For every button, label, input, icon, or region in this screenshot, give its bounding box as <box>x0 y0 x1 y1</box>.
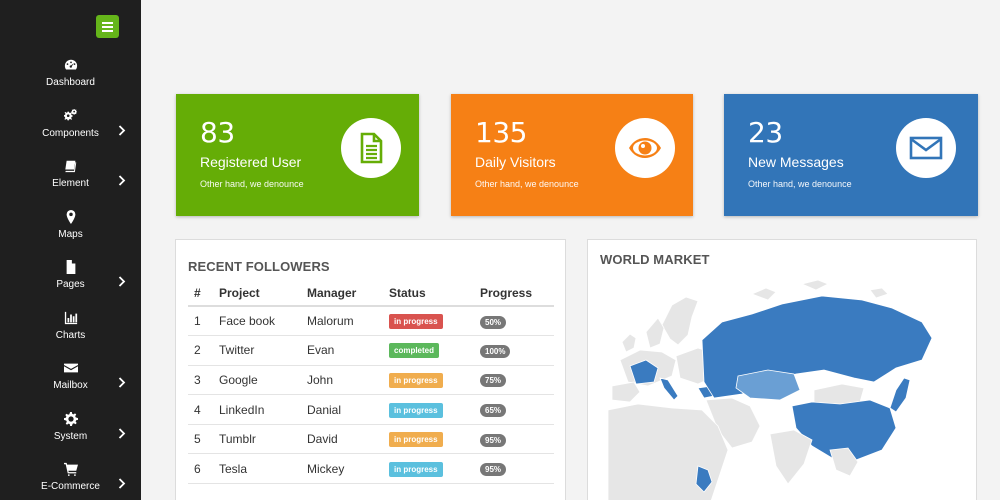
sidebar-item-element[interactable]: Element <box>0 157 141 208</box>
sidebar-item-charts[interactable]: Charts <box>0 309 141 360</box>
manager-cell: Malorum <box>307 306 389 337</box>
progress-badge: 95% <box>480 433 507 447</box>
world-market-panel: WORLD MARKET <box>587 239 977 500</box>
row-number: 4 <box>188 394 219 425</box>
stat-title: New Messages <box>748 154 844 170</box>
followers-table: # Project Manager Status Progress 1 Face… <box>188 280 554 485</box>
recent-followers-panel: RECENT FOLLOWERS # Project Manager Statu… <box>175 239 566 500</box>
map-region-kazakhstan <box>735 369 801 401</box>
stat-card-daily-visitors[interactable]: 135 Daily Visitors Other hand, we denoun… <box>451 94 693 216</box>
stat-number: 135 <box>475 116 527 149</box>
column-header: Manager <box>307 280 389 307</box>
table-header-row: # Project Manager Status Progress <box>188 280 554 307</box>
sidebar-item-maps[interactable]: Maps <box>0 208 141 259</box>
map-region-japan <box>889 377 911 413</box>
table-row[interactable]: 5 Tumblr David in progress 95% <box>188 424 554 455</box>
sidebar-item-components[interactable]: Components <box>0 107 141 158</box>
progress-badge: 75% <box>480 374 507 388</box>
map-region-africa <box>607 403 729 500</box>
stat-subtitle: Other hand, we denounce <box>748 179 852 189</box>
envelope-icon <box>896 118 956 178</box>
map-marker-icon <box>0 208 141 228</box>
table-row[interactable]: 2 Twitter Evan completed 100% <box>188 335 554 366</box>
status-badge: in progress <box>389 314 443 330</box>
row-number: 6 <box>188 453 219 485</box>
chevron-right-icon <box>117 426 127 439</box>
chevron-right-icon <box>117 123 127 136</box>
column-header: Project <box>219 280 307 307</box>
bar-chart-icon <box>0 309 141 329</box>
column-header: Status <box>389 280 480 307</box>
progress-badge: 95% <box>480 463 507 477</box>
panel-title: WORLD MARKET <box>600 252 710 267</box>
table-row[interactable]: 4 LinkedIn Danial in progress 65% <box>188 394 554 425</box>
status-badge: completed <box>389 343 440 359</box>
map-region-india <box>769 429 813 485</box>
row-number: 2 <box>188 335 219 366</box>
sidebar-item-ecommerce[interactable]: E-Commerce <box>0 460 141 500</box>
project-cell: Tesla <box>219 453 307 485</box>
table-row[interactable]: 3 Google John in progress 75% <box>188 365 554 396</box>
table-row[interactable]: 1 Face book Malorum in progress 50% <box>188 306 554 337</box>
dashboard-icon <box>0 56 141 76</box>
manager-cell: Mickey <box>307 453 389 485</box>
manager-cell: Danial <box>307 394 389 425</box>
manager-cell: David <box>307 424 389 455</box>
world-map[interactable] <box>602 270 964 500</box>
chevron-right-icon <box>117 375 127 388</box>
chevron-right-icon <box>117 476 127 489</box>
stat-number: 23 <box>748 116 783 149</box>
map-region-uk <box>621 333 637 353</box>
map-region-scandinavia <box>661 296 699 346</box>
document-icon <box>341 118 401 178</box>
progress-badge: 100% <box>480 344 511 358</box>
sidebar-nav: Dashboard Components Element Maps Pages … <box>0 56 141 500</box>
row-number: 3 <box>188 365 219 396</box>
table-row[interactable]: 6 Tesla Mickey in progress 95% <box>188 453 554 485</box>
hamburger-icon-bar <box>102 21 113 24</box>
project-cell: LinkedIn <box>219 394 307 425</box>
progress-badge: 65% <box>480 404 507 418</box>
row-number: 5 <box>188 424 219 455</box>
stat-card-registered-users[interactable]: 83 Registered User Other hand, we denoun… <box>176 94 419 216</box>
map-region-spain <box>611 381 641 403</box>
status-badge: in progress <box>389 461 443 477</box>
hamburger-icon-bar <box>102 25 113 28</box>
eye-icon <box>615 118 675 178</box>
status-badge: in progress <box>389 372 443 388</box>
map-region-norway-coast <box>645 317 665 349</box>
chevron-right-icon <box>117 274 127 287</box>
sidebar-item-pages[interactable]: Pages <box>0 258 141 309</box>
row-number: 1 <box>188 306 219 337</box>
status-badge: in progress <box>389 402 443 418</box>
stat-title: Registered User <box>200 154 302 170</box>
manager-cell: Evan <box>307 335 389 366</box>
sidebar-item-system[interactable]: System <box>0 410 141 461</box>
stat-title: Daily Visitors <box>475 154 556 170</box>
stat-subtitle: Other hand, we denounce <box>200 179 304 189</box>
sidebar-item-label: Charts <box>55 329 86 341</box>
manager-cell: John <box>307 365 389 396</box>
hamburger-icon-bar <box>102 29 113 32</box>
sidebar-item-label: Dashboard <box>46 77 95 88</box>
stat-card-new-messages[interactable]: 23 New Messages Other hand, we denounce <box>724 94 978 216</box>
progress-badge: 50% <box>480 315 507 329</box>
sidebar: Dashboard Components Element Maps Pages … <box>0 0 141 500</box>
project-cell: Google <box>219 365 307 396</box>
sidebar-item-mailbox[interactable]: Mailbox <box>0 359 141 410</box>
project-cell: Twitter <box>219 335 307 366</box>
column-header: Progress <box>480 280 554 307</box>
project-cell: Tumblr <box>219 424 307 455</box>
status-badge: in progress <box>389 432 443 448</box>
column-header: # <box>188 280 219 307</box>
sidebar-item-dashboard[interactable]: Dashboard <box>0 56 141 107</box>
chevron-right-icon <box>117 173 127 186</box>
stat-number: 83 <box>200 116 235 149</box>
project-cell: Face book <box>219 306 307 337</box>
sidebar-item-label: Maps <box>58 228 83 240</box>
panel-title: RECENT FOLLOWERS <box>188 259 330 274</box>
stat-subtitle: Other hand, we denounce <box>475 179 579 189</box>
map-region-italy <box>659 377 679 401</box>
menu-toggle-button[interactable] <box>96 15 119 38</box>
